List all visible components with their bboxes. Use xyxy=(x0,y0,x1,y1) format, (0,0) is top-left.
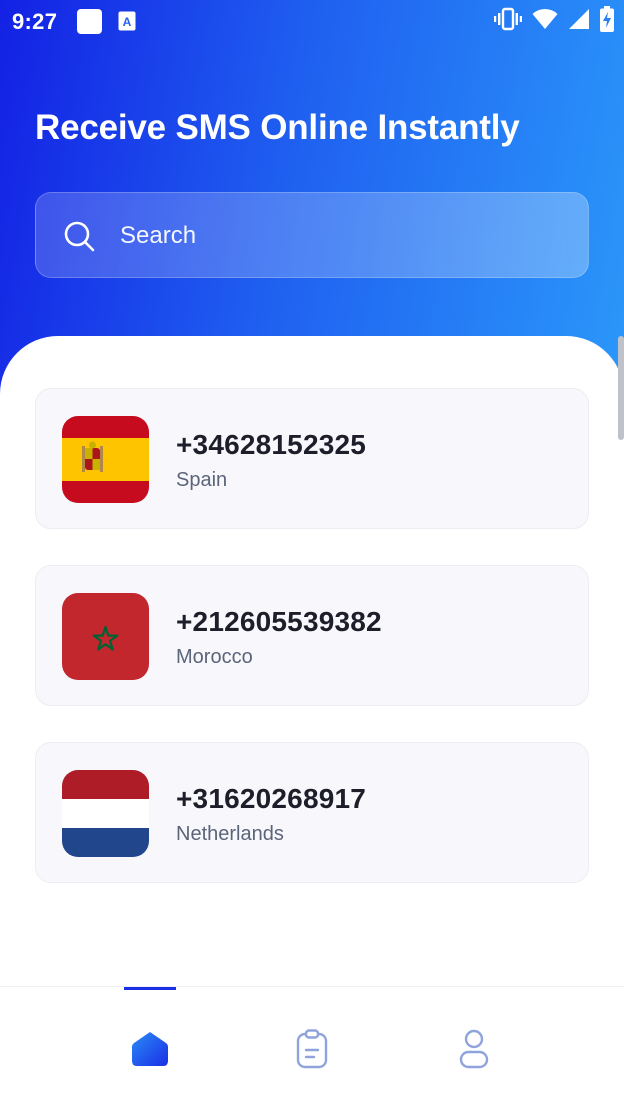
country-name: Morocco xyxy=(176,646,253,668)
status-bar: 9:27 A xyxy=(0,0,624,44)
phone-number: +31620268917 xyxy=(176,783,367,814)
clipboard-icon xyxy=(295,1028,329,1074)
search-input[interactable] xyxy=(120,213,570,259)
page-title: Receive SMS Online Instantly xyxy=(35,108,520,147)
number-card-netherlands[interactable]: +31620268917 Netherlands xyxy=(35,742,589,883)
translate-a-icon: A xyxy=(118,11,136,31)
active-tab-indicator xyxy=(124,987,176,990)
vibrate-icon xyxy=(494,7,522,36)
number-card-morocco[interactable]: +212605539382 Morocco xyxy=(35,565,589,706)
nav-history-tab[interactable] xyxy=(286,1025,338,1077)
netherlands-flag-icon xyxy=(62,770,149,857)
status-time: 9:27 xyxy=(12,9,58,34)
battery-charging-icon xyxy=(600,5,614,37)
profile-icon xyxy=(458,1029,490,1074)
spain-flag-icon xyxy=(62,416,149,503)
home-icon xyxy=(130,1030,170,1073)
phone-number: +34628152325 xyxy=(176,429,367,460)
search-icon xyxy=(63,220,95,252)
signal-icon xyxy=(568,8,590,35)
nav-profile-tab[interactable] xyxy=(448,1025,500,1077)
morocco-flag-icon xyxy=(62,593,149,680)
wifi-icon xyxy=(532,8,558,35)
phone-number: +212605539382 xyxy=(176,606,382,637)
app-square-icon xyxy=(77,9,102,34)
search-bar[interactable] xyxy=(35,192,589,278)
nav-home-tab[interactable] xyxy=(124,1025,176,1077)
svg-text:A: A xyxy=(123,15,132,29)
scrollbar-thumb[interactable] xyxy=(618,336,624,440)
country-name: Netherlands xyxy=(176,823,284,845)
number-card-spain[interactable]: +34628152325 Spain xyxy=(35,388,589,529)
country-name: Spain xyxy=(176,469,228,491)
